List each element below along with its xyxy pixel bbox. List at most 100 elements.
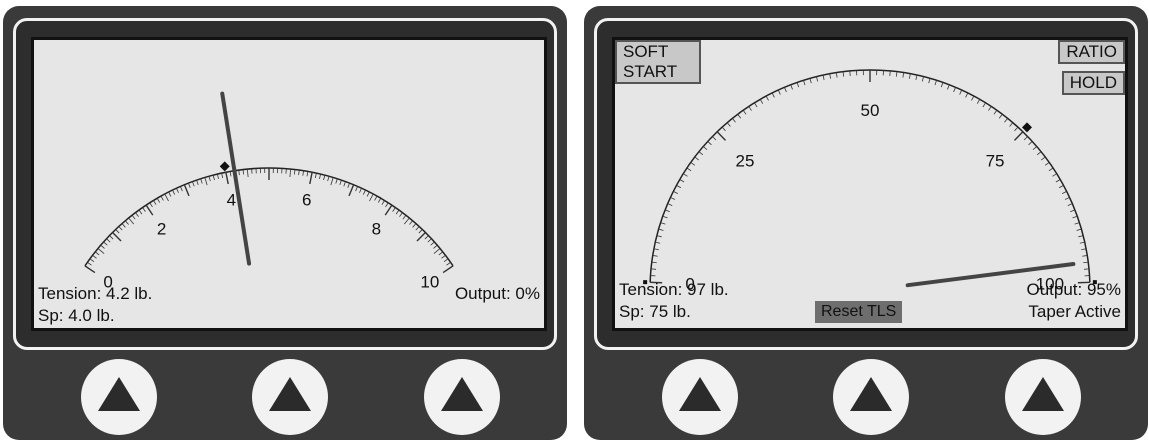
minor-tick xyxy=(928,78,931,84)
softkey-2[interactable] xyxy=(833,359,909,435)
minor-tick xyxy=(433,248,441,254)
minor-tick xyxy=(164,193,169,202)
minor-tick xyxy=(238,170,240,176)
softkey-3[interactable] xyxy=(1005,359,1081,435)
minor-tick xyxy=(742,109,747,115)
minor-tick xyxy=(156,198,161,203)
tension-readout: Tension: 4.2 lb. xyxy=(38,284,153,303)
minor-tick xyxy=(103,241,108,246)
minor-tick xyxy=(686,167,692,172)
minor-tick xyxy=(1078,235,1084,238)
softkey-2[interactable] xyxy=(252,359,328,435)
hold-button[interactable]: HOLD xyxy=(1061,71,1125,95)
minor-tick xyxy=(221,173,224,179)
gauge-label: 50 xyxy=(861,101,880,120)
minor-tick xyxy=(909,73,911,79)
minor-tick xyxy=(921,76,924,82)
minor-tick xyxy=(374,195,378,201)
major-tick xyxy=(416,231,426,242)
minor-tick xyxy=(940,82,944,88)
minor-tick xyxy=(131,215,136,220)
minor-tick xyxy=(381,200,385,205)
triangle-up-icon xyxy=(679,377,721,411)
minor-tick xyxy=(1009,122,1014,127)
minor-tick xyxy=(100,244,105,249)
minor-tick xyxy=(1028,141,1033,146)
minor-tick xyxy=(135,212,139,217)
screen-bezel: 0 25 50 75 100 SOFT START RATIO HOLD Tension… xyxy=(594,18,1138,350)
minor-tick xyxy=(1072,215,1078,219)
gauge-label: 4 xyxy=(227,191,236,210)
minor-tick xyxy=(1014,126,1019,132)
ratio-button[interactable]: RATIO xyxy=(1058,40,1125,64)
minor-tick xyxy=(115,229,120,234)
soft-start-button[interactable]: SOFT START xyxy=(615,40,701,84)
softkey-3[interactable] xyxy=(424,359,500,435)
minor-tick xyxy=(947,84,950,90)
minor-tick xyxy=(790,84,793,90)
minor-tick xyxy=(993,109,998,115)
minor-tick xyxy=(399,212,403,217)
minor-tick xyxy=(653,248,659,251)
minor-tick xyxy=(246,169,249,178)
gauge-label: 10 xyxy=(420,273,439,292)
reset-tls-button[interactable]: Reset TLS xyxy=(815,301,903,323)
minor-tick xyxy=(293,169,296,175)
minor-tick xyxy=(289,169,292,178)
minor-tick xyxy=(660,222,666,225)
minor-tick xyxy=(759,99,764,104)
minor-tick xyxy=(395,209,400,215)
minor-tick xyxy=(809,78,812,84)
minor-tick xyxy=(679,179,685,183)
minor-tick xyxy=(971,95,975,101)
minor-tick xyxy=(106,238,111,243)
minor-tick xyxy=(694,156,699,161)
minor-tick xyxy=(128,217,135,225)
minor-tick xyxy=(443,258,449,263)
minor-tick xyxy=(180,186,183,192)
minor-tick xyxy=(737,113,742,119)
minor-tick xyxy=(915,74,918,81)
minor-tick xyxy=(92,254,97,259)
minor-tick xyxy=(176,188,179,193)
minor-tick xyxy=(822,74,825,81)
minor-tick xyxy=(402,215,407,220)
minor-tick xyxy=(94,251,100,256)
minor-tick xyxy=(125,220,129,225)
minor-tick xyxy=(330,177,334,186)
minor-tick xyxy=(138,209,143,215)
minor-tick xyxy=(160,195,164,201)
minor-tick xyxy=(212,175,215,181)
minor-tick xyxy=(438,251,444,256)
screen-bezel: 0 2 4 6 8 10 Tension: 4.2 lb. Sp: 4.0 lb. Out… xyxy=(13,18,557,350)
minor-tick xyxy=(446,261,451,266)
minor-tick xyxy=(777,89,781,95)
minor-tick xyxy=(895,71,898,77)
tension-display-unit-right: 0 25 50 75 100 SOFT START RATIO HOLD Tension… xyxy=(584,6,1148,440)
gauge-label: 75 xyxy=(986,152,1005,171)
minor-tick xyxy=(217,173,219,180)
minor-tick xyxy=(796,82,800,88)
minor-tick xyxy=(934,80,937,86)
minor-tick xyxy=(142,207,146,212)
minor-tick xyxy=(676,185,682,189)
minor-tick xyxy=(902,72,905,78)
minor-tick xyxy=(172,189,176,195)
minor-tick xyxy=(754,102,758,108)
softkey-row xyxy=(584,354,1148,440)
minor-tick xyxy=(1067,203,1073,206)
taper-status: Taper Active xyxy=(1028,302,1121,321)
minor-tick xyxy=(1032,146,1038,151)
minor-tick xyxy=(418,229,423,234)
output-readout: Output: 95% xyxy=(1026,280,1121,299)
minor-tick xyxy=(200,178,203,184)
minor-tick xyxy=(298,170,300,176)
minor-tick xyxy=(377,198,382,203)
minor-tick xyxy=(121,223,126,228)
minor-tick xyxy=(323,175,326,181)
softkey-1[interactable] xyxy=(81,359,157,435)
minor-tick xyxy=(1064,197,1070,200)
minor-tick xyxy=(1058,185,1064,189)
softkey-1[interactable] xyxy=(662,359,738,435)
minor-tick xyxy=(690,162,696,166)
